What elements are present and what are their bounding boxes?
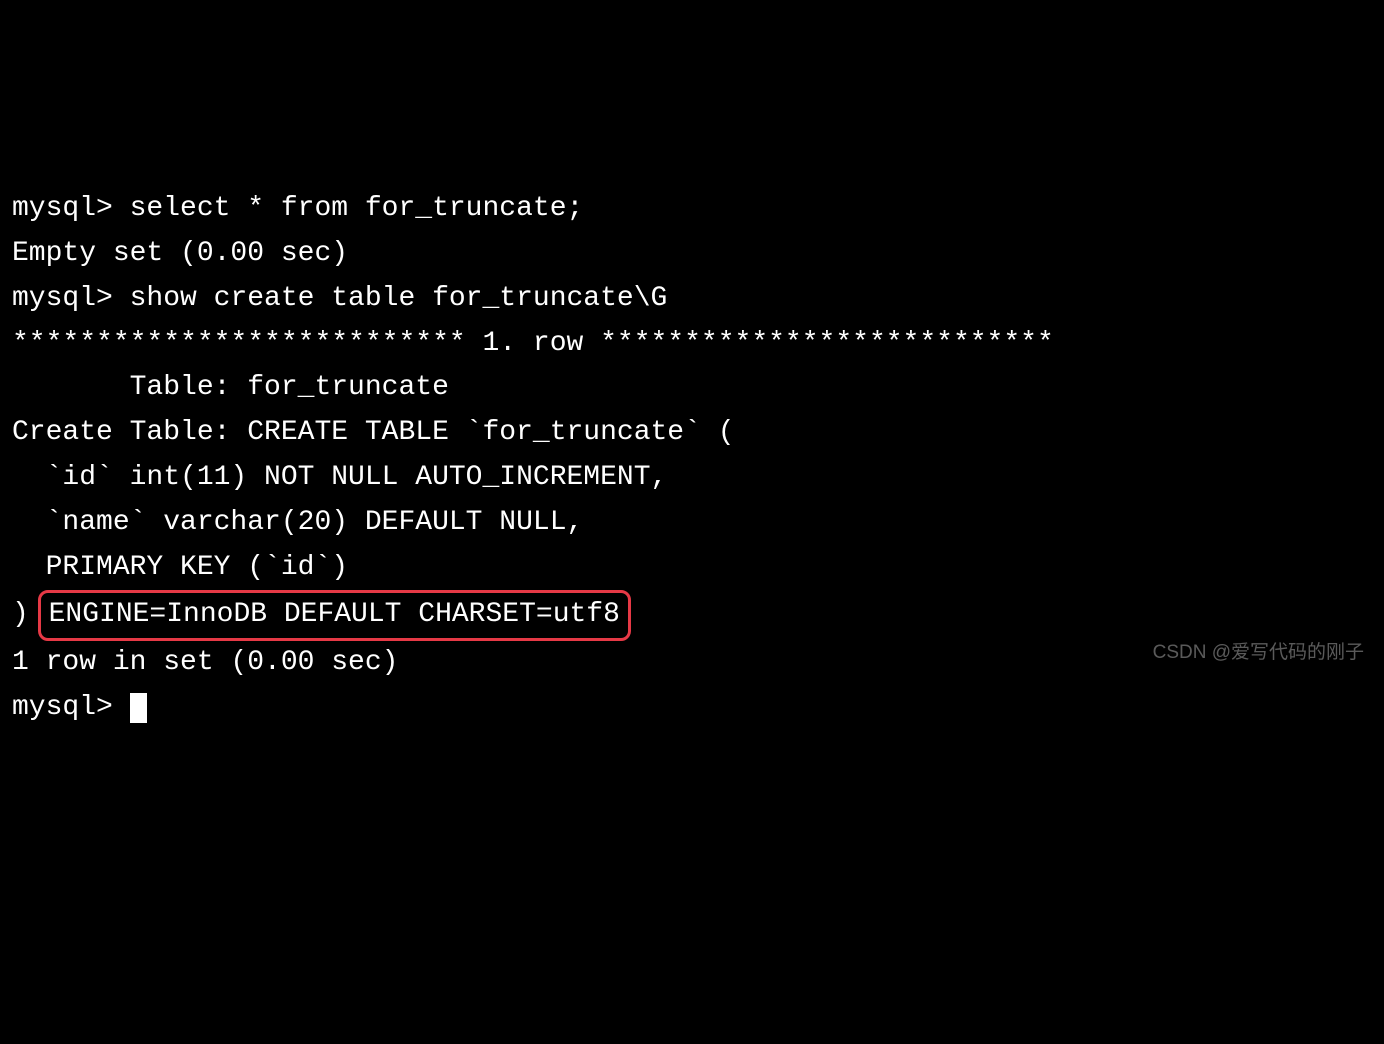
prompt: mysql> (12, 692, 130, 723)
create-table-line-4: PRIMARY KEY (`id`) (12, 546, 1372, 591)
command-line-2: mysql> show create table for_truncate\G (12, 277, 1372, 322)
watermark-text: CSDN @爱写代码的刚子 (1153, 638, 1364, 668)
create-table-line-1: Create Table: CREATE TABLE `for_truncate… (12, 411, 1372, 456)
sql-query-2: show create table for_truncate\G (130, 283, 668, 314)
row-separator: *************************** 1. row *****… (12, 322, 1372, 367)
result-1: Empty set (0.00 sec) (12, 232, 1372, 277)
cursor-icon (130, 693, 147, 723)
create-table-line-2: `id` int(11) NOT NULL AUTO_INCREMENT, (12, 456, 1372, 501)
command-line-1: mysql> select * from for_truncate; (12, 187, 1372, 232)
prompt: mysql> (12, 193, 130, 224)
create-table-line-3: `name` varchar(20) DEFAULT NULL, (12, 501, 1372, 546)
prompt-line-active[interactable]: mysql> (12, 686, 1372, 731)
sql-query-1: select * from for_truncate; (130, 193, 584, 224)
table-name-line: Table: for_truncate (12, 366, 1372, 411)
create-table-line-5: ) ENGINE=InnoDB DEFAULT CHARSET=utf8 (12, 590, 1372, 641)
engine-charset-highlight: ENGINE=InnoDB DEFAULT CHARSET=utf8 (38, 590, 631, 641)
prompt: mysql> (12, 283, 130, 314)
